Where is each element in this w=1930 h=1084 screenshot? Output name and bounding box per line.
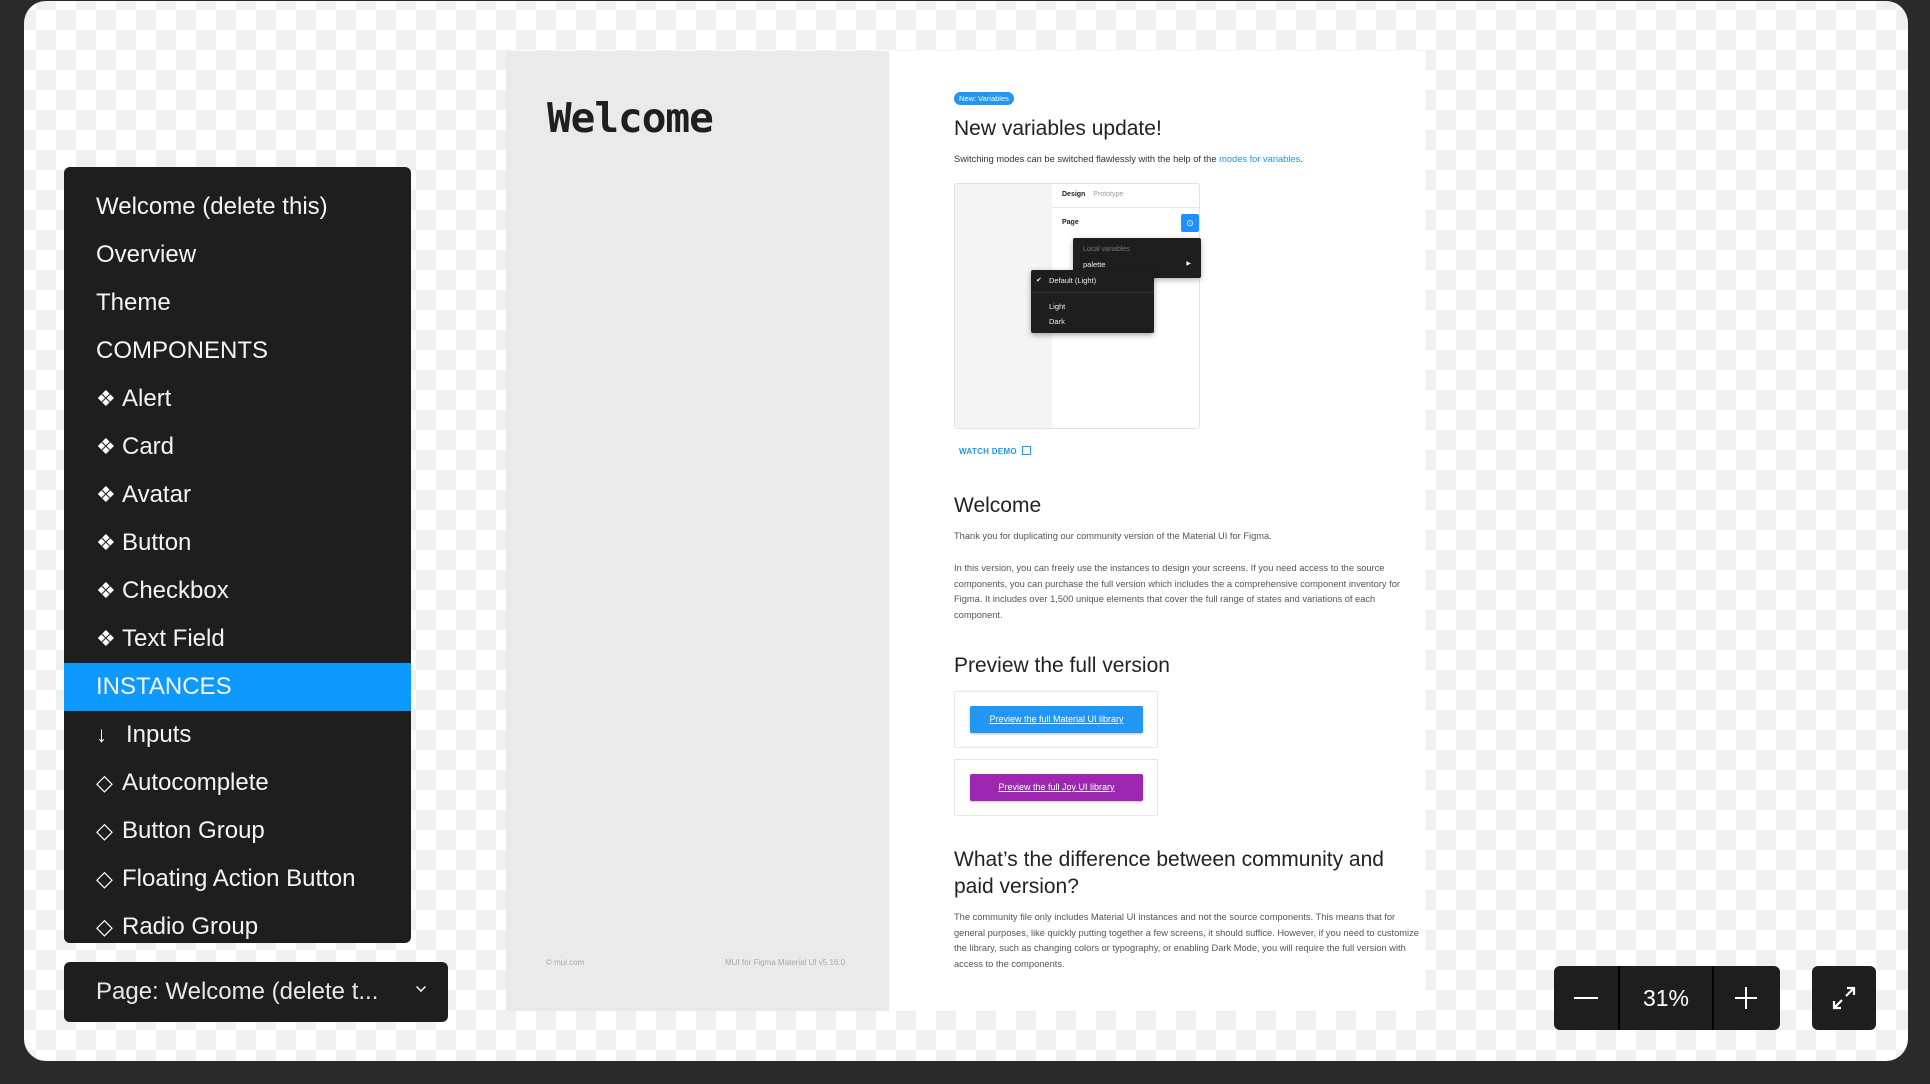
page-list-item-label: Radio Group	[122, 913, 259, 940]
mockup-mode-light: Light	[1049, 302, 1066, 311]
mockup-mode-dark: Dark	[1049, 317, 1065, 326]
difference-heading: What’s the difference between community …	[954, 848, 1384, 898]
page-list-item-label: Card	[122, 433, 175, 460]
zoom-level: 31%	[1618, 966, 1714, 1030]
preview-heading: Preview the full version	[954, 654, 1170, 677]
instance-icon: ◇	[96, 818, 113, 843]
welcome-paragraph-2: In this version, you can freely use the …	[954, 563, 1400, 620]
mockup-mode-menu: ✔ Default (Light) Light Dark	[1031, 270, 1154, 333]
watch-demo-link[interactable]: WATCH DEMO	[959, 446, 1031, 456]
menu-divider	[1031, 292, 1154, 293]
page-list-item-label: Button Group	[122, 817, 265, 844]
page-list-item-label: INSTANCES	[96, 673, 232, 700]
page-list-item[interactable]: ◇ Floating Action Button	[64, 855, 411, 903]
page-list-item[interactable]: ❖ Text Field	[64, 615, 411, 663]
page-list-item[interactable]: INSTANCES	[64, 663, 411, 711]
mockup-tab-design: Design	[1062, 191, 1086, 198]
component-icon: ❖	[96, 578, 116, 603]
external-link-icon	[1021, 446, 1031, 455]
page-list-item[interactable]: ◇ Button Group	[64, 807, 411, 855]
variables-text-end: .	[1300, 154, 1303, 164]
page-list-item[interactable]: ↓ Inputs	[64, 711, 411, 759]
page-list-item-label: Overview	[96, 241, 197, 268]
mockup-tabs: Design Prototype	[1052, 184, 1199, 208]
check-icon: ✔	[1036, 277, 1042, 284]
chevron-down-icon	[416, 982, 426, 992]
page-list-item-label: Welcome (delete this)	[96, 193, 328, 220]
instance-icon: ◇	[96, 866, 113, 891]
minus-icon	[1574, 997, 1598, 999]
fullscreen-button[interactable]	[1812, 966, 1876, 1030]
figma-page-frame: Welcome © mui.com MUI for Figma Material…	[506, 51, 1426, 1011]
modes-for-variables-link[interactable]: modes for variables	[1219, 154, 1300, 164]
zoom-in-button[interactable]	[1714, 966, 1778, 1030]
instance-icon: ◇	[96, 770, 113, 795]
mockup-tab-prototype: Prototype	[1093, 191, 1124, 198]
variables-text: Switching modes can be switched flawless…	[954, 154, 1220, 164]
page-list-item[interactable]: ◇ Radio Group	[64, 903, 411, 943]
variables-mockup-image: Design Prototype Page ⊙ Local variables …	[954, 183, 1201, 429]
mockup-menu-header: Local variables	[1083, 246, 1130, 253]
welcome-paragraph-1: Thank you for duplicating our community …	[954, 531, 1272, 541]
preview-joy-ui-button[interactable]: Preview the full Joy UI library	[970, 774, 1143, 801]
page-list-item[interactable]: Welcome (delete this)	[64, 183, 411, 231]
page-list-dropdown[interactable]: Welcome (delete this) Overview Theme COMPON…	[64, 167, 411, 943]
joy-preview-card: Preview the full Joy UI library	[954, 759, 1158, 816]
frame-title: Welcome	[547, 94, 714, 142]
page-list-item[interactable]: ❖ Card	[64, 423, 411, 471]
page-list-item-label: Checkbox	[122, 577, 229, 604]
page-list-item-label: Text Field	[122, 625, 225, 652]
page-list-item[interactable]: ❖ Checkbox	[64, 567, 411, 615]
expand-icon	[1832, 986, 1856, 1010]
instance-icon: ◇	[96, 914, 113, 939]
component-icon: ❖	[96, 434, 116, 459]
variables-heading: New variables update!	[954, 117, 1162, 140]
variables-description: Switching modes can be switched flawless…	[954, 154, 1303, 164]
page-list-item[interactable]: ❖ Alert	[64, 375, 411, 423]
page-list-item[interactable]: Overview	[64, 231, 411, 279]
page-list-item-label: Button	[122, 529, 192, 556]
page-list-item-label: Autocomplete	[122, 769, 269, 796]
arrow-down-icon: ↓	[96, 722, 107, 747]
watch-demo-label: WATCH DEMO	[959, 447, 1017, 456]
submenu-arrow-icon: ▶	[1186, 261, 1191, 267]
difference-body: The community file only includes Materia…	[954, 912, 1419, 969]
zoom-controls: 31%	[1554, 966, 1780, 1030]
page-list-item[interactable]: ◇ Autocomplete	[64, 759, 411, 807]
new-variables-badge: New: Variables	[954, 92, 1014, 105]
page-list-item[interactable]: ❖ Button	[64, 519, 411, 567]
page-select-button[interactable]: Page: Welcome (delete t...	[64, 962, 448, 1022]
material-preview-card: Preview the full Material UI library	[954, 691, 1158, 748]
page-list-item-label: Inputs	[126, 721, 192, 748]
page-list-item-label: Avatar	[122, 481, 191, 508]
page-list-item-label: Theme	[96, 289, 171, 316]
page-list-item-label: Alert	[122, 385, 172, 412]
page-list-item[interactable]: ❖ Avatar	[64, 471, 411, 519]
component-icon: ❖	[96, 482, 116, 507]
cover-panel: Welcome © mui.com MUI for Figma Material…	[506, 51, 889, 1011]
page-list-item-label: COMPONENTS	[96, 337, 269, 364]
page-list-item[interactable]: Theme	[64, 279, 411, 327]
component-icon: ❖	[96, 530, 116, 555]
canvas-viewer[interactable]: Welcome © mui.com MUI for Figma Material…	[24, 1, 1908, 1061]
component-icon: ❖	[96, 386, 116, 411]
mockup-mode-default: Default (Light)	[1049, 276, 1097, 285]
welcome-heading: Welcome	[954, 494, 1042, 517]
footer-copyright: © mui.com	[546, 958, 585, 967]
footer-version: MUI for Figma Material UI v5.16.0	[725, 958, 846, 967]
component-icon: ❖	[96, 626, 116, 651]
page-select-label: Page: Welcome (delete t...	[96, 978, 379, 1005]
page-list-item-label: Floating Action Button	[122, 865, 356, 892]
mockup-menu-palette: palette	[1083, 260, 1106, 269]
page-list-item[interactable]: COMPONENTS	[64, 327, 411, 375]
mockup-variables-icon: ⊙	[1181, 214, 1199, 232]
preview-material-ui-button[interactable]: Preview the full Material UI library	[970, 706, 1143, 733]
zoom-out-button[interactable]	[1554, 966, 1618, 1030]
mockup-page-label: Page	[1062, 219, 1079, 226]
